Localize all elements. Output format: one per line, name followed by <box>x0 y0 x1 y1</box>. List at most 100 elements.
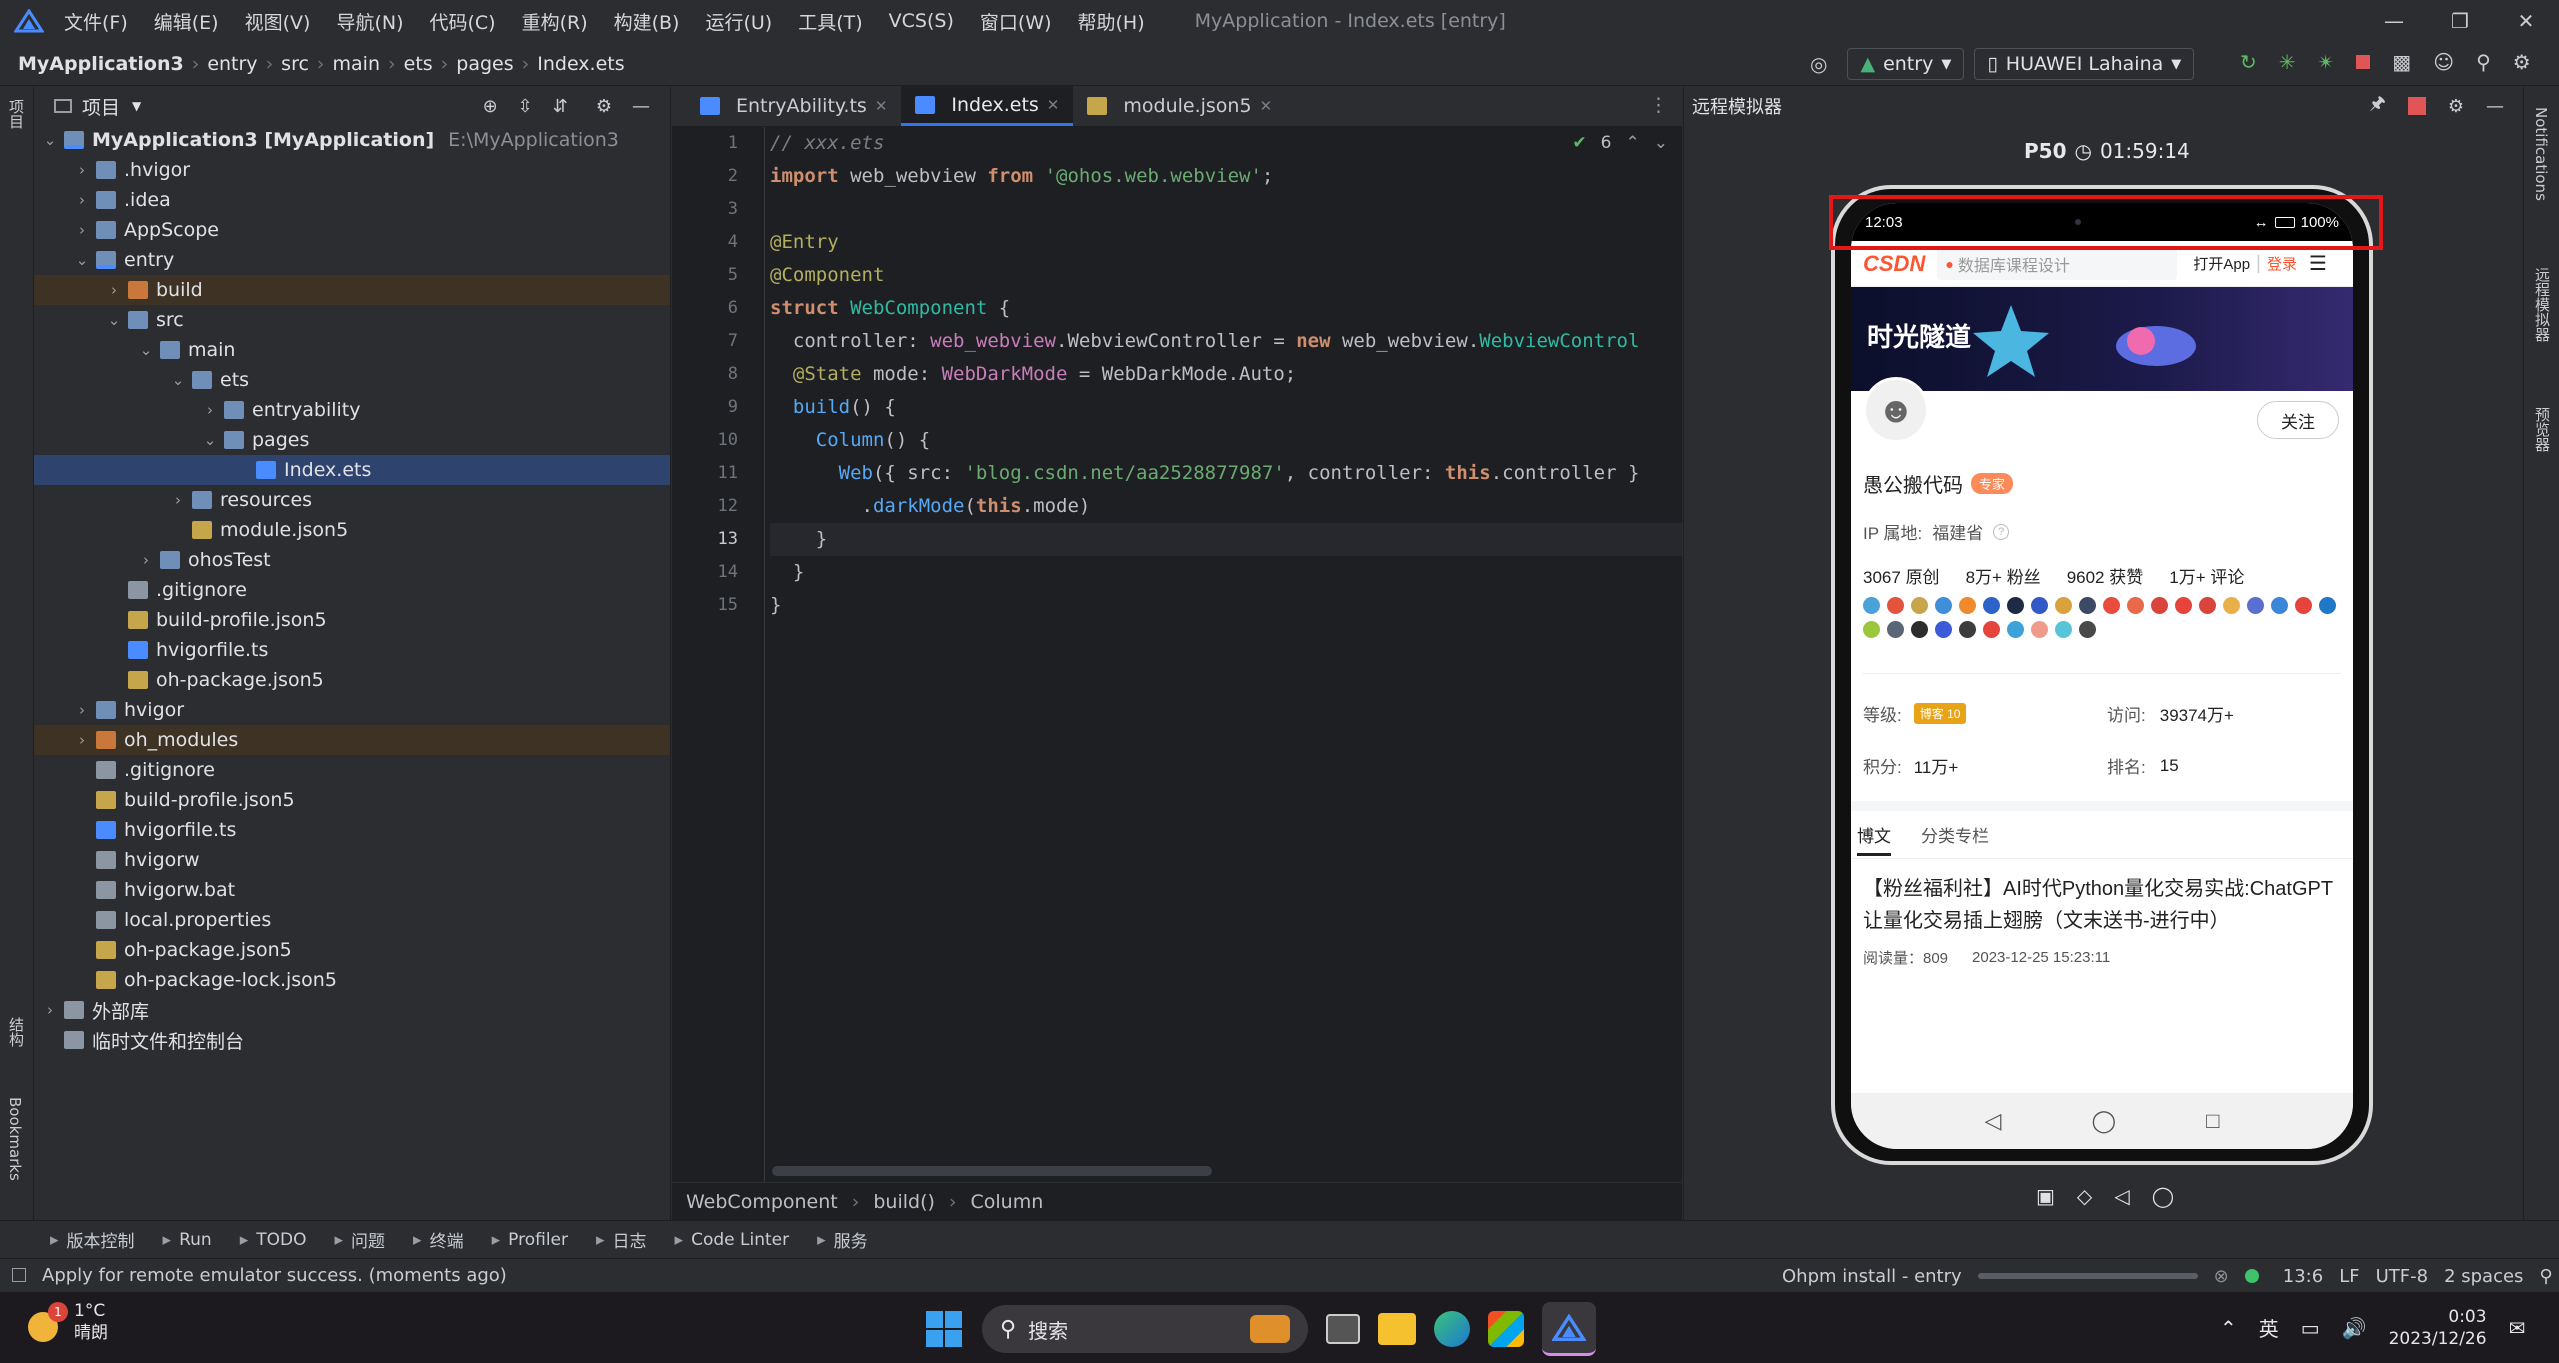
achievement-badge-icon[interactable] <box>1910 620 1928 638</box>
tree-item[interactable]: ⌄ ets <box>34 365 670 395</box>
horizontal-scrollbar[interactable] <box>772 1166 1212 1176</box>
device-select[interactable]: ▯ HUAWEI Lahaina ▼ <box>1974 48 2195 80</box>
profile-stat[interactable]: 1万+ 评论 <box>2169 563 2244 588</box>
status-message[interactable]: Apply for remote emulator success. (mome… <box>42 1265 507 1286</box>
achievement-badge-icon[interactable] <box>1982 596 2000 614</box>
notifications-tool-button[interactable]: Notifications <box>2532 107 2550 206</box>
achievement-badge-icon[interactable] <box>1958 620 1976 638</box>
code-line[interactable] <box>770 193 1682 226</box>
achievement-badge-icon[interactable] <box>1910 596 1928 614</box>
tree-item[interactable]: hvigorw <box>34 845 670 875</box>
tree-item[interactable]: hvigorfile.ts <box>34 815 670 845</box>
chevron-right-icon[interactable]: › <box>200 401 220 419</box>
chevron-down-icon[interactable]: ▼ <box>132 99 141 113</box>
close-tab-icon[interactable]: ✕ <box>875 97 888 115</box>
close-tab-icon[interactable]: ✕ <box>1047 96 1060 114</box>
phone-back-icon[interactable]: ◁ <box>1985 1108 2002 1134</box>
previewer-tool-button[interactable]: 预览器 <box>2532 407 2553 457</box>
menu-item[interactable]: 视图(V) <box>245 8 311 35</box>
menu-item[interactable]: 代码(C) <box>429 8 495 35</box>
achievement-badge-icon[interactable] <box>1886 596 1904 614</box>
menu-item[interactable]: 文件(F) <box>64 8 128 35</box>
chevron-down-icon[interactable]: ⌄ <box>200 431 220 449</box>
chevron-up-icon[interactable]: ⌃ <box>2220 1316 2237 1340</box>
tree-item[interactable]: hvigorw.bat <box>34 875 670 905</box>
bottom-tool-button[interactable]: ▸ 服务 <box>817 1227 868 1253</box>
achievement-badge-icon[interactable] <box>2246 596 2264 614</box>
cancel-task-icon[interactable]: ⊗ <box>2214 1266 2229 1287</box>
menu-item[interactable]: 重构(R) <box>522 8 588 35</box>
weather-widget[interactable]: 1 1°C 晴朗 <box>24 1300 108 1344</box>
collapse-all-icon[interactable]: ⇵ <box>553 96 568 117</box>
avatar[interactable]: ☻ <box>1863 377 1929 443</box>
tree-item[interactable]: › AppScope <box>34 215 670 245</box>
indent-setting[interactable]: 2 spaces <box>2444 1266 2523 1287</box>
chevron-right-icon[interactable]: › <box>104 281 124 299</box>
menu-item[interactable]: 导航(N) <box>336 8 403 35</box>
edge-browser-icon[interactable] <box>1434 1311 1470 1347</box>
phone-recents-icon[interactable]: □ <box>2206 1108 2219 1134</box>
bookmarks-tool-button[interactable]: Bookmarks <box>6 1097 24 1186</box>
menu-item[interactable]: 构建(B) <box>614 8 680 35</box>
code-area[interactable]: // xxx.ets import web_webview from '@ohos… <box>770 127 1682 1182</box>
code-line[interactable]: struct WebComponent { <box>770 292 1682 325</box>
help-icon[interactable]: ? <box>1993 523 2010 540</box>
achievement-badge-icon[interactable] <box>1982 620 2000 638</box>
tree-item[interactable]: › entryability <box>34 395 670 425</box>
erase-icon[interactable]: ◇ <box>2077 1184 2092 1208</box>
lock-icon[interactable]: ⚲ <box>2539 1266 2552 1287</box>
menu-item[interactable]: 运行(U) <box>705 8 772 35</box>
achievement-badge-icon[interactable] <box>2078 596 2096 614</box>
code-line[interactable]: import web_webview from '@ohos.web.webvi… <box>770 160 1682 193</box>
achievement-badge-icon[interactable] <box>1886 620 1904 638</box>
breadcrumb-item[interactable]: Index.ets <box>537 53 624 75</box>
tree-item[interactable]: oh-package-lock.json5 <box>34 965 670 995</box>
code-line[interactable]: } <box>770 589 1682 622</box>
breadcrumb-item[interactable]: src <box>281 53 309 75</box>
debug-icon[interactable]: ✳ <box>2279 50 2296 74</box>
profile-stat[interactable]: 8万+ 粉丝 <box>1966 563 2041 588</box>
tree-item[interactable]: › hvigor <box>34 695 670 725</box>
tree-item[interactable]: oh-package.json5 <box>34 665 670 695</box>
breadcrumb-item[interactable]: entry <box>207 53 257 75</box>
minimize-button[interactable]: — <box>2361 0 2427 42</box>
more-tabs-icon[interactable]: ⋮ <box>1649 94 1668 116</box>
tree-item[interactable]: › ohosTest <box>34 545 670 575</box>
tree-item[interactable]: ⌄ src <box>34 305 670 335</box>
volume-icon[interactable]: 🔊 <box>2342 1316 2367 1340</box>
taskbar-search[interactable]: ⚲ 搜索 <box>982 1305 1308 1353</box>
menu-item[interactable]: 窗口(W) <box>980 8 1052 35</box>
csdn-search-box[interactable]: ● 数据库课程设计 <box>1937 247 2178 280</box>
code-line[interactable]: @State mode: WebDarkMode = WebDarkMode.A… <box>770 358 1682 391</box>
chevron-down-icon[interactable]: ⌄ <box>168 371 188 389</box>
code-line[interactable]: } <box>770 556 1682 589</box>
locate-icon[interactable]: ⊕ <box>483 96 498 117</box>
achievement-badge-icon[interactable] <box>1934 620 1952 638</box>
achievement-badge-icon[interactable] <box>2270 596 2288 614</box>
chevron-right-icon[interactable]: › <box>72 191 92 209</box>
menu-icon[interactable]: ☰ <box>2309 251 2327 276</box>
chevron-right-icon[interactable]: › <box>72 161 92 179</box>
code-line[interactable]: build() { <box>770 391 1682 424</box>
project-panel-title[interactable]: 项目 <box>82 93 120 120</box>
tree-item[interactable]: ⌄ pages <box>34 425 670 455</box>
code-line[interactable]: // xxx.ets <box>770 127 1682 160</box>
achievement-badge-icon[interactable] <box>2294 596 2312 614</box>
expand-all-icon[interactable]: ⇳ <box>518 96 533 117</box>
tree-item[interactable]: build-profile.json5 <box>34 785 670 815</box>
tree-item[interactable]: › oh_modules <box>34 725 670 755</box>
code-line[interactable]: } <box>770 523 1682 556</box>
phone-screen[interactable]: 12:03 ↔ 100% CSDN ● 数据库课程设计 打开App | 登录 ☰… <box>1851 203 2353 1149</box>
project-tool-button[interactable]: 项目 <box>6 99 27 134</box>
remote-emulator-tool-button[interactable]: 远程模拟器 <box>2532 267 2553 347</box>
bottom-tool-button[interactable]: ▸ Run <box>163 1230 212 1250</box>
windows-start-icon[interactable] <box>924 1309 964 1349</box>
notification-bell-icon[interactable]: ✉ <box>2509 1316 2526 1340</box>
bottom-tool-button[interactable]: ▸ 问题 <box>335 1227 386 1253</box>
tree-item[interactable]: › resources <box>34 485 670 515</box>
taskbar-clock[interactable]: 0:03 2023/12/26 <box>2389 1306 2487 1350</box>
achievement-badge-icon[interactable] <box>2054 620 2072 638</box>
store-icon[interactable] <box>1488 1311 1524 1347</box>
tree-item[interactable]: .gitignore <box>34 575 670 605</box>
editor-crumb-item[interactable]: WebComponent <box>686 1191 838 1213</box>
